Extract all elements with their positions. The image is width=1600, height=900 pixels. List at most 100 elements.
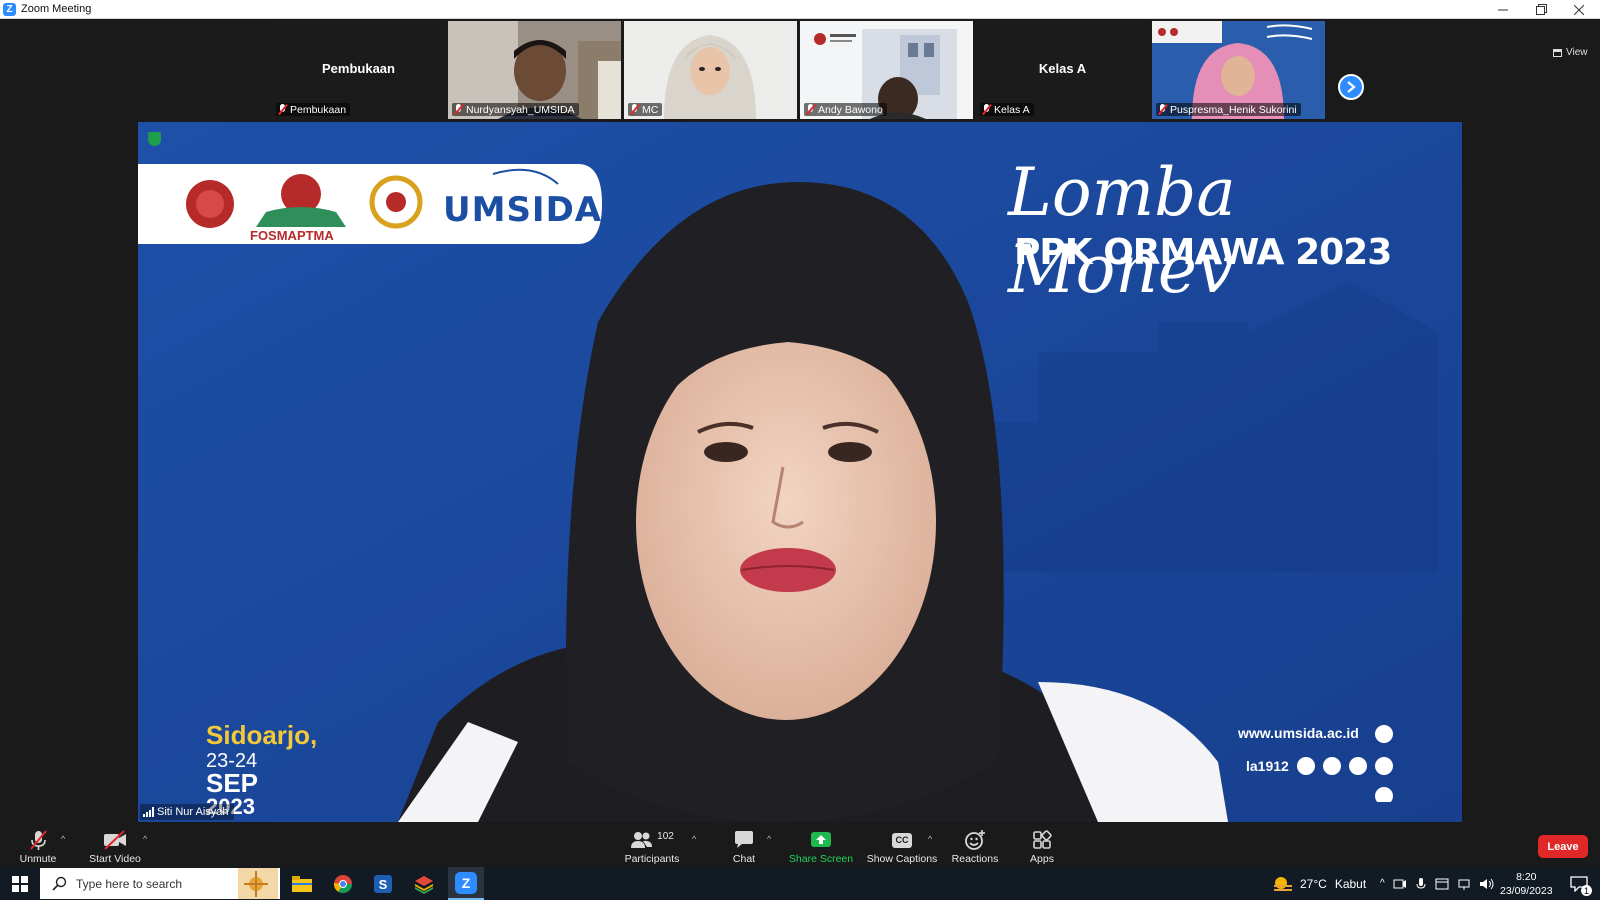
participant-name: MC: [642, 103, 659, 116]
zoom-icon: Z: [455, 871, 477, 894]
clock[interactable]: 8:20 23/09/2023: [1500, 867, 1553, 900]
participant-name: Andy Bawono: [818, 103, 883, 116]
social-icons: [1297, 725, 1393, 802]
reactions-button[interactable]: Reactions: [952, 829, 998, 865]
show-captions-button[interactable]: CC Show Captions: [867, 829, 937, 865]
leave-button[interactable]: Leave: [1538, 835, 1588, 858]
participants-count: 102: [657, 830, 674, 842]
share-screen-icon: [811, 832, 831, 847]
system-tray: ^: [1380, 867, 1495, 900]
active-speaker-name-label: Siti Nur Aisyah: [140, 804, 234, 820]
chat-options-caret[interactable]: ^: [767, 834, 771, 844]
unmute-button[interactable]: Unmute: [20, 829, 56, 865]
participant-name-label: Andy Bawono: [804, 103, 887, 116]
microphone-icon[interactable]: [1415, 877, 1427, 891]
stack-app-taskbar-icon[interactable]: [408, 867, 440, 900]
video-options-caret[interactable]: ^: [143, 834, 147, 844]
encryption-shield-icon[interactable]: [148, 132, 161, 146]
active-speaker-video[interactable]: UMSIDA FOSMAPTMA Lomba Monev PPK ORMAWA …: [138, 122, 1462, 822]
layers-icon: [415, 875, 433, 894]
chevron-right-icon: [1347, 81, 1356, 93]
start-video-button[interactable]: Start Video: [89, 829, 141, 865]
event-title: PPK ORMAWA 2023: [1014, 232, 1392, 273]
closed-captions-icon: CC: [892, 832, 912, 848]
participant-name-label: MC: [628, 103, 663, 116]
participant-name-label: Nurdyansyah_UMSIDA: [452, 103, 579, 116]
file-explorer-taskbar-icon[interactable]: [286, 867, 318, 900]
participant-tile[interactable]: MC: [624, 21, 797, 119]
app-taskbar-icon[interactable]: S: [367, 867, 399, 900]
participant-name: Nurdyansyah_UMSIDA: [466, 103, 575, 116]
search-highlight-image: [238, 868, 278, 899]
video-off-icon: [104, 830, 126, 850]
window-title: Zoom Meeting: [21, 3, 92, 15]
audio-options-caret[interactable]: ^: [61, 834, 65, 844]
event-script-title: Lomba Monev: [1008, 154, 1236, 308]
weather-widget[interactable]: 27°C Kabut: [1272, 867, 1366, 900]
participant-name: Kelas A: [994, 103, 1030, 116]
notification-count: 1: [1581, 885, 1592, 896]
window-titlebar: Z Zoom Meeting: [0, 0, 1600, 19]
start-button[interactable]: [0, 867, 40, 900]
chat-label: Chat: [732, 853, 756, 865]
security-icon[interactable]: [1435, 877, 1449, 891]
meet-now-icon[interactable]: [1393, 877, 1407, 891]
apps-button[interactable]: Apps: [1030, 829, 1054, 865]
reactions-smiley-icon: [965, 830, 985, 850]
muted-mic-icon: [454, 104, 463, 115]
show-hidden-icons-chevron-icon[interactable]: ^: [1380, 878, 1385, 889]
minimize-button[interactable]: [1484, 0, 1522, 19]
chat-button[interactable]: Chat: [730, 829, 758, 865]
participants-icon: [631, 832, 653, 848]
unmute-label: Unmute: [19, 853, 57, 865]
apps-icon: [1033, 830, 1052, 849]
social-handle-text: la1912: [1246, 758, 1289, 774]
network-icon[interactable]: [1457, 877, 1471, 891]
windows-taskbar: Type here to search S Z 27°C Kabut ^ 8:2…: [0, 867, 1600, 900]
participant-tile[interactable]: Nurdyansyah_UMSIDA: [448, 21, 621, 119]
clock-date: 23/09/2023: [1500, 884, 1553, 897]
participant-name: Puspresma_Henik Sukorini: [1170, 103, 1297, 116]
participant-tile[interactable]: Andy Bawono: [800, 21, 973, 119]
svg-text:S: S: [379, 877, 388, 892]
participant-name-label: Puspresma_Henik Sukorini: [1156, 103, 1301, 116]
participant-tile[interactable]: Puspresma_Henik Sukorini: [1152, 21, 1325, 119]
chrome-taskbar-icon[interactable]: [327, 867, 359, 900]
participant-name-label: Kelas A: [980, 103, 1034, 116]
notifications-button[interactable]: 1: [1564, 867, 1594, 900]
participant-tile[interactable]: Pembukaan Pembukaan: [272, 21, 445, 119]
signal-strength-icon: [143, 807, 154, 817]
participants-button[interactable]: 102 Participants: [625, 829, 680, 866]
taskbar-search-box[interactable]: Type here to search: [40, 868, 280, 899]
apps-label: Apps: [1030, 853, 1054, 865]
weather-temp: 27°C: [1300, 876, 1327, 891]
reactions-label: Reactions: [951, 853, 999, 865]
participants-options-caret[interactable]: ^: [692, 834, 696, 844]
captions-options-caret[interactable]: ^: [928, 834, 932, 844]
close-window-button[interactable]: [1560, 0, 1598, 19]
participant-name: Pembukaan: [290, 103, 347, 116]
participant-display-name: Pembukaan: [322, 61, 395, 76]
participant-strip: Pembukaan Pembukaan Nurdyansyah_UMSIDA M…: [272, 21, 1325, 119]
participant-name-label: Pembukaan: [276, 103, 351, 116]
zoom-taskbar-icon[interactable]: Z: [448, 867, 484, 900]
share-screen-label: Share Screen: [788, 853, 854, 865]
chrome-icon: [334, 874, 352, 893]
folder-icon: [292, 875, 312, 892]
view-grid-icon: [1553, 48, 1562, 57]
search-placeholder: Type here to search: [76, 876, 183, 891]
restore-button[interactable]: [1522, 0, 1560, 19]
event-city: Sidoarjo,: [206, 720, 318, 750]
volume-icon[interactable]: [1479, 877, 1495, 891]
next-page-button[interactable]: [1338, 74, 1364, 100]
share-screen-button[interactable]: Share Screen: [788, 829, 854, 865]
participant-tile[interactable]: Kelas A Kelas A: [976, 21, 1149, 119]
clock-time: 8:20: [1516, 870, 1537, 883]
windows-logo-icon: [12, 875, 28, 892]
app-s-icon: S: [374, 874, 392, 893]
view-button[interactable]: View: [1553, 47, 1588, 58]
meeting-window: Pembukaan Pembukaan Nurdyansyah_UMSIDA M…: [0, 19, 1600, 887]
start-video-label: Start Video: [89, 853, 141, 865]
zoom-app-icon: Z: [3, 2, 16, 16]
view-button-label: View: [1566, 47, 1588, 58]
